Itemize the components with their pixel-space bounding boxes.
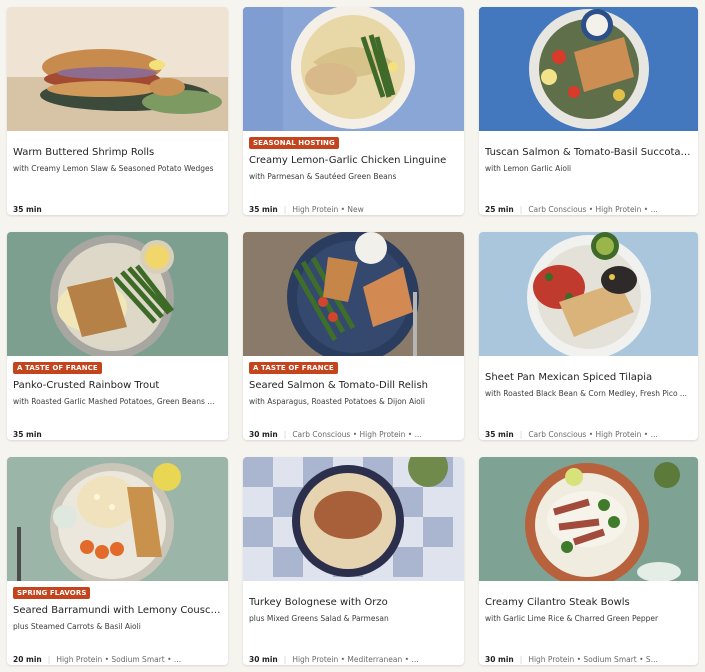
recipe-time: 35 min [249,205,278,214]
recipe-subtitle: with Creamy Lemon Slaw & Seasoned Potato… [13,164,214,173]
recipe-badge: SEASONAL HOSTING [249,137,339,149]
recipe-subtitle: plus Steamed Carrots & Basil Aioli [13,622,141,631]
recipe-card[interactable]: SPRING FLAVORS Seared Barramundi with Le… [7,457,228,665]
recipe-card[interactable]: Tuscan Salmon & Tomato-Basil Succotash w… [479,7,698,215]
recipe-meta: 20 min | High Protein • Sodium Smart • ... [13,655,182,664]
recipe-meta: 30 min | Carb Conscious • High Protein • .… [249,430,422,439]
recipe-title: Seared Barramundi with Lemony Couscous [13,605,222,616]
recipe-photo-barramundi [7,457,228,581]
recipe-title: Turkey Bolognese with Orzo [249,597,388,608]
recipe-subtitle: with Asparagus, Roasted Potatoes & Dijon… [249,397,425,406]
recipe-title: Warm Buttered Shrimp Rolls [13,147,155,158]
recipe-badge: SPRING FLAVORS [13,587,91,599]
recipe-tags: Carb Conscious • High Protein • ... [528,205,658,214]
recipe-title: Creamy Cilantro Steak Bowls [485,597,630,608]
recipe-photo-chicken-linguine [243,7,464,131]
recipe-meta: 30 min | High Protein • Sodium Smart • S..… [485,655,658,664]
recipe-title: Sheet Pan Mexican Spiced Tilapia [485,372,653,383]
recipe-subtitle: with Garlic Lime Rice & Charred Green Pe… [485,614,659,623]
recipe-grid: Warm Buttered Shrimp Rolls with Creamy L… [0,0,705,672]
recipe-subtitle: plus Mixed Greens Salad & Parmesan [249,614,389,623]
recipe-subtitle: with Roasted Garlic Mashed Potatoes, Gre… [13,397,215,406]
recipe-time: 35 min [13,430,42,439]
recipe-photo-cilantro-steak [479,457,698,581]
recipe-title: Tuscan Salmon & Tomato-Basil Succotash [485,147,692,158]
recipe-time: 25 min [485,205,514,214]
recipe-badge: A TASTE OF FRANCE [13,362,102,374]
recipe-title: Panko-Crusted Rainbow Trout [13,380,160,391]
recipe-badge: A TASTE OF FRANCE [249,362,338,374]
recipe-card[interactable]: A TASTE OF FRANCE Panko-Crusted Rainbow … [7,232,228,440]
recipe-photo-shrimp-rolls [7,7,228,131]
recipe-photo-rainbow-trout [7,232,228,356]
recipe-time: 30 min [249,430,278,439]
recipe-title: Creamy Lemon-Garlic Chicken Linguine [249,155,447,166]
recipe-time: 35 min [485,430,514,439]
recipe-time: 35 min [13,205,42,214]
recipe-subtitle: with Roasted Black Bean & Corn Medley, F… [485,389,688,398]
recipe-tags: Carb Conscious • High Protein • ... [292,430,422,439]
recipe-photo-tuscan-salmon [479,7,698,131]
recipe-meta: 35 min [13,430,222,439]
recipe-meta: 35 min | High Protein • New [249,205,364,214]
recipe-meta: 30 min | High Protein • Mediterranean • ..… [249,655,419,664]
recipe-photo-seared-salmon [243,232,464,356]
recipe-card[interactable]: A TASTE OF FRANCE Seared Salmon & Tomato… [243,232,464,440]
recipe-card[interactable]: SEASONAL HOSTING Creamy Lemon-Garlic Chi… [243,7,464,215]
recipe-tags: High Protein • New [292,205,364,214]
recipe-subtitle: with Lemon Garlic Aioli [485,164,572,173]
recipe-card[interactable]: Creamy Cilantro Steak Bowls with Garlic … [479,457,698,665]
recipe-card[interactable]: Turkey Bolognese with Orzo plus Mixed Gr… [243,457,464,665]
recipe-tags: High Protein • Sodium Smart • S... [528,655,658,664]
recipe-subtitle: with Parmesan & Sautéed Green Beans [249,172,397,181]
recipe-tags: High Protein • Sodium Smart • ... [56,655,182,664]
recipe-tags: High Protein • Mediterranean • ... [292,655,419,664]
recipe-time: 30 min [249,655,278,664]
recipe-photo-mexican-tilapia [479,232,698,356]
recipe-photo-turkey-bolognese [243,457,464,581]
recipe-time: 20 min [13,655,42,664]
recipe-time: 30 min [485,655,514,664]
recipe-title: Seared Salmon & Tomato-Dill Relish [249,380,429,391]
recipe-meta: 35 min | Carb Conscious • High Protein • .… [485,430,658,439]
recipe-card[interactable]: Warm Buttered Shrimp Rolls with Creamy L… [7,7,228,215]
recipe-card[interactable]: Sheet Pan Mexican Spiced Tilapia with Ro… [479,232,698,440]
recipe-tags: Carb Conscious • High Protein • ... [528,430,658,439]
recipe-meta: 35 min [13,205,222,214]
recipe-meta: 25 min | Carb Conscious • High Protein • .… [485,205,658,214]
